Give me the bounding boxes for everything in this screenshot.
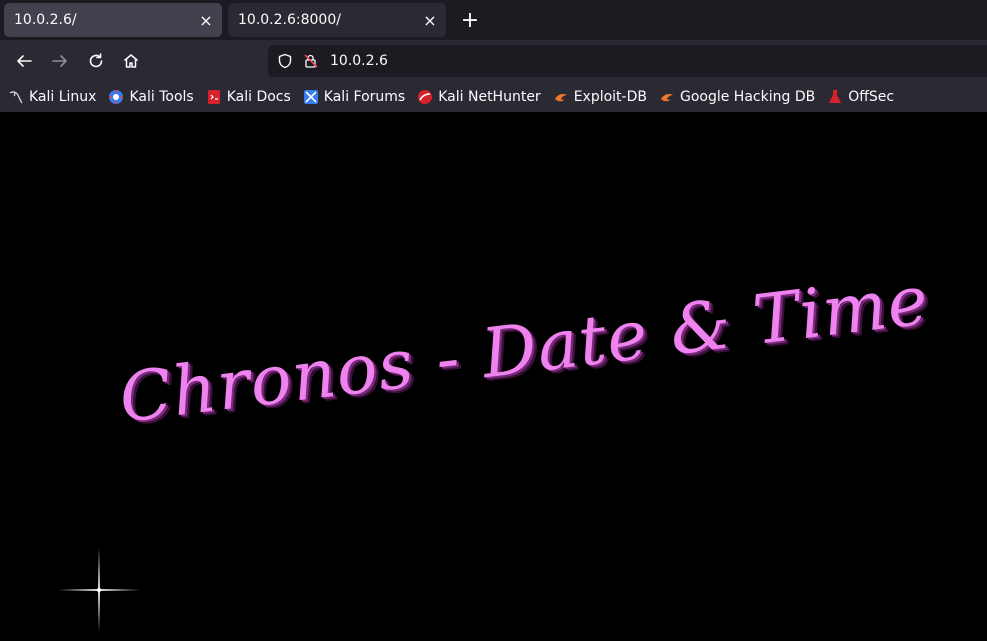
bookmark-label: OffSec (848, 89, 895, 105)
back-button[interactable] (10, 47, 38, 75)
bookmark-label: Kali Tools (129, 89, 194, 105)
page-heading: Chronos - Date & Time (115, 261, 934, 439)
bookmark-kali-nethunter[interactable]: Kali NetHunter (417, 89, 541, 105)
bookmark-label: Kali Linux (29, 89, 97, 105)
kali-tools-icon (108, 89, 124, 105)
kali-docs-icon (206, 89, 222, 105)
bookmark-kali-tools[interactable]: Kali Tools (108, 89, 194, 105)
kali-dragon-icon (8, 89, 24, 105)
offsec-icon (827, 89, 843, 105)
home-button[interactable] (117, 47, 145, 75)
bookmark-label: Kali NetHunter (438, 89, 541, 105)
tab-strip: 10.0.2.6/ × 10.0.2.6:8000/ × + (0, 0, 987, 40)
tab-title: 10.0.2.6/ (14, 12, 77, 28)
url-bar[interactable]: 10.0.2.6 (268, 45, 987, 77)
bookmark-label: Kali Docs (226, 89, 291, 105)
tab-close-icon[interactable]: × (418, 8, 442, 32)
tab-10-0-2-6[interactable]: 10.0.2.6/ × (4, 3, 222, 37)
reload-button[interactable] (82, 47, 110, 75)
browser-window: 10.0.2.6/ × 10.0.2.6:8000/ × + 10.0.2.6 … (0, 0, 987, 641)
home-icon (124, 54, 138, 68)
bookmark-label: Google Hacking DB (679, 89, 816, 105)
kali-forums-icon (303, 89, 319, 105)
new-tab-button[interactable]: + (456, 6, 484, 34)
kali-nethunter-icon (417, 89, 433, 105)
bookmark-kali-docs[interactable]: Kali Docs (206, 89, 291, 105)
tab-title: 10.0.2.6:8000/ (238, 12, 341, 28)
tab-close-icon[interactable]: × (194, 8, 218, 32)
arrow-left-icon (17, 55, 32, 67)
page-content: Chronos - Date & Time (0, 112, 987, 641)
ghdb-icon (659, 89, 675, 105)
reload-icon (89, 53, 103, 68)
bookmark-label: Kali Forums (323, 89, 406, 105)
tab-10-0-2-6-8000[interactable]: 10.0.2.6:8000/ × (228, 3, 446, 37)
navigation-toolbar: 10.0.2.6 (0, 40, 987, 82)
bookmark-google-hacking-db[interactable]: Google Hacking DB (659, 89, 815, 105)
url-text[interactable]: 10.0.2.6 (330, 53, 388, 69)
bookmark-kali-linux[interactable]: Kali Linux (8, 89, 96, 105)
lock-warning-icon[interactable] (300, 50, 322, 72)
bookmark-label: Exploit-DB (573, 89, 647, 105)
bookmark-kali-forums[interactable]: Kali Forums (303, 89, 405, 105)
sparkle-icon (58, 548, 140, 632)
bookmark-exploit-db[interactable]: Exploit-DB (553, 89, 647, 105)
bookmark-offsec[interactable]: OffSec (827, 89, 894, 105)
forward-button[interactable] (46, 47, 74, 75)
shield-icon[interactable] (274, 50, 296, 72)
bookmarks-toolbar: Kali Linux Kali Tools Kali Docs Kali For… (0, 82, 987, 112)
exploit-db-icon (553, 89, 569, 105)
arrow-right-icon (52, 55, 67, 67)
